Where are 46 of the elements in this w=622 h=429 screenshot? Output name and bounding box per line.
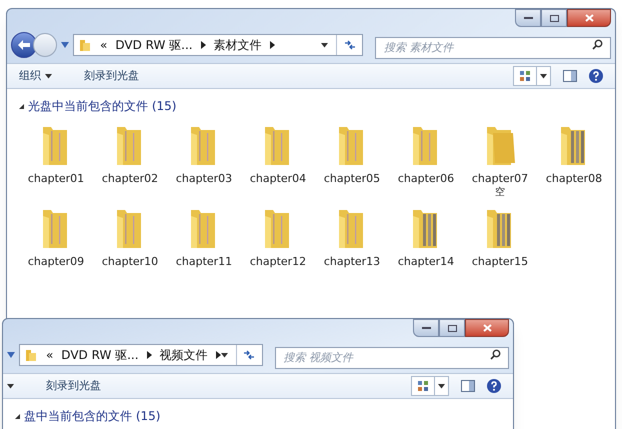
breadcrumb-item[interactable]: DVD RW 驱... [61, 346, 139, 364]
folder-name: chapter12 [250, 254, 306, 270]
folder-item[interactable]: chapter13 [315, 206, 389, 270]
folder-name: chapter14 [398, 254, 454, 270]
search-field[interactable]: 搜索 素材文件 [375, 36, 611, 58]
folder-item[interactable]: chapter05 [315, 123, 389, 198]
folder-item[interactable]: chapter14 [389, 206, 463, 270]
folder-item[interactable]: chapter09 [19, 206, 93, 270]
address-bar[interactable]: « DVD RW 驱... 视频文件 [18, 344, 263, 366]
folder-item[interactable]: chapter01 [19, 123, 93, 198]
breadcrumb-item[interactable]: 素材文件 [214, 36, 262, 54]
folder-name: chapter06 [398, 171, 454, 187]
folder-item[interactable]: chapter15 [463, 206, 537, 270]
folder-name: chapter07 [472, 171, 528, 186]
folder-name: chapter15 [472, 254, 528, 270]
folder-name: chapter10 [102, 254, 158, 270]
folder-item[interactable]: chapter11 [167, 206, 241, 270]
folder-name: chapter02 [102, 171, 158, 187]
folder-name: chapter11 [176, 254, 232, 270]
breadcrumb-overflow[interactable]: « [46, 346, 54, 364]
folder-name: chapter04 [250, 171, 306, 187]
group-header[interactable]: 盘中当前包含的文件 (15) [24, 407, 160, 425]
folder-item[interactable]: chapter04 [241, 123, 315, 198]
folder-item[interactable]: chapter02 [93, 123, 167, 198]
folder-item[interactable]: chapter10 [93, 206, 167, 270]
folder-name: chapter08 [546, 171, 602, 187]
organize-menu[interactable]: 组织 [19, 68, 52, 84]
folder-name: chapter01 [28, 171, 84, 187]
search-field[interactable]: 搜索 视频文件 [274, 346, 509, 368]
folder-name: chapter03 [176, 171, 232, 187]
burn-button[interactable]: 刻录到光盘 [46, 378, 101, 394]
folder-note: 空 [495, 188, 505, 198]
breadcrumb-overflow[interactable]: « [100, 36, 108, 54]
breadcrumb-item[interactable]: DVD RW 驱... [115, 36, 193, 54]
breadcrumb-item[interactable]: 视频文件 [160, 346, 208, 364]
folder-name: chapter05 [324, 171, 380, 187]
folder-item[interactable]: chapter06 [389, 123, 463, 198]
folder-name: chapter09 [28, 254, 84, 270]
burn-button[interactable]: 刻录到光盘 [84, 68, 139, 84]
group-header[interactable]: 光盘中当前包含的文件 (15) [28, 97, 176, 115]
folder-item[interactable]: chapter12 [241, 206, 315, 270]
folder-item[interactable]: chapter08 [537, 123, 611, 198]
folder-item[interactable]: chapter07 空 [463, 123, 537, 198]
folder-name: chapter13 [324, 254, 380, 270]
address-bar[interactable]: « DVD RW 驱... 素材文件 [73, 34, 363, 56]
folder-item[interactable]: chapter03 [167, 123, 241, 198]
